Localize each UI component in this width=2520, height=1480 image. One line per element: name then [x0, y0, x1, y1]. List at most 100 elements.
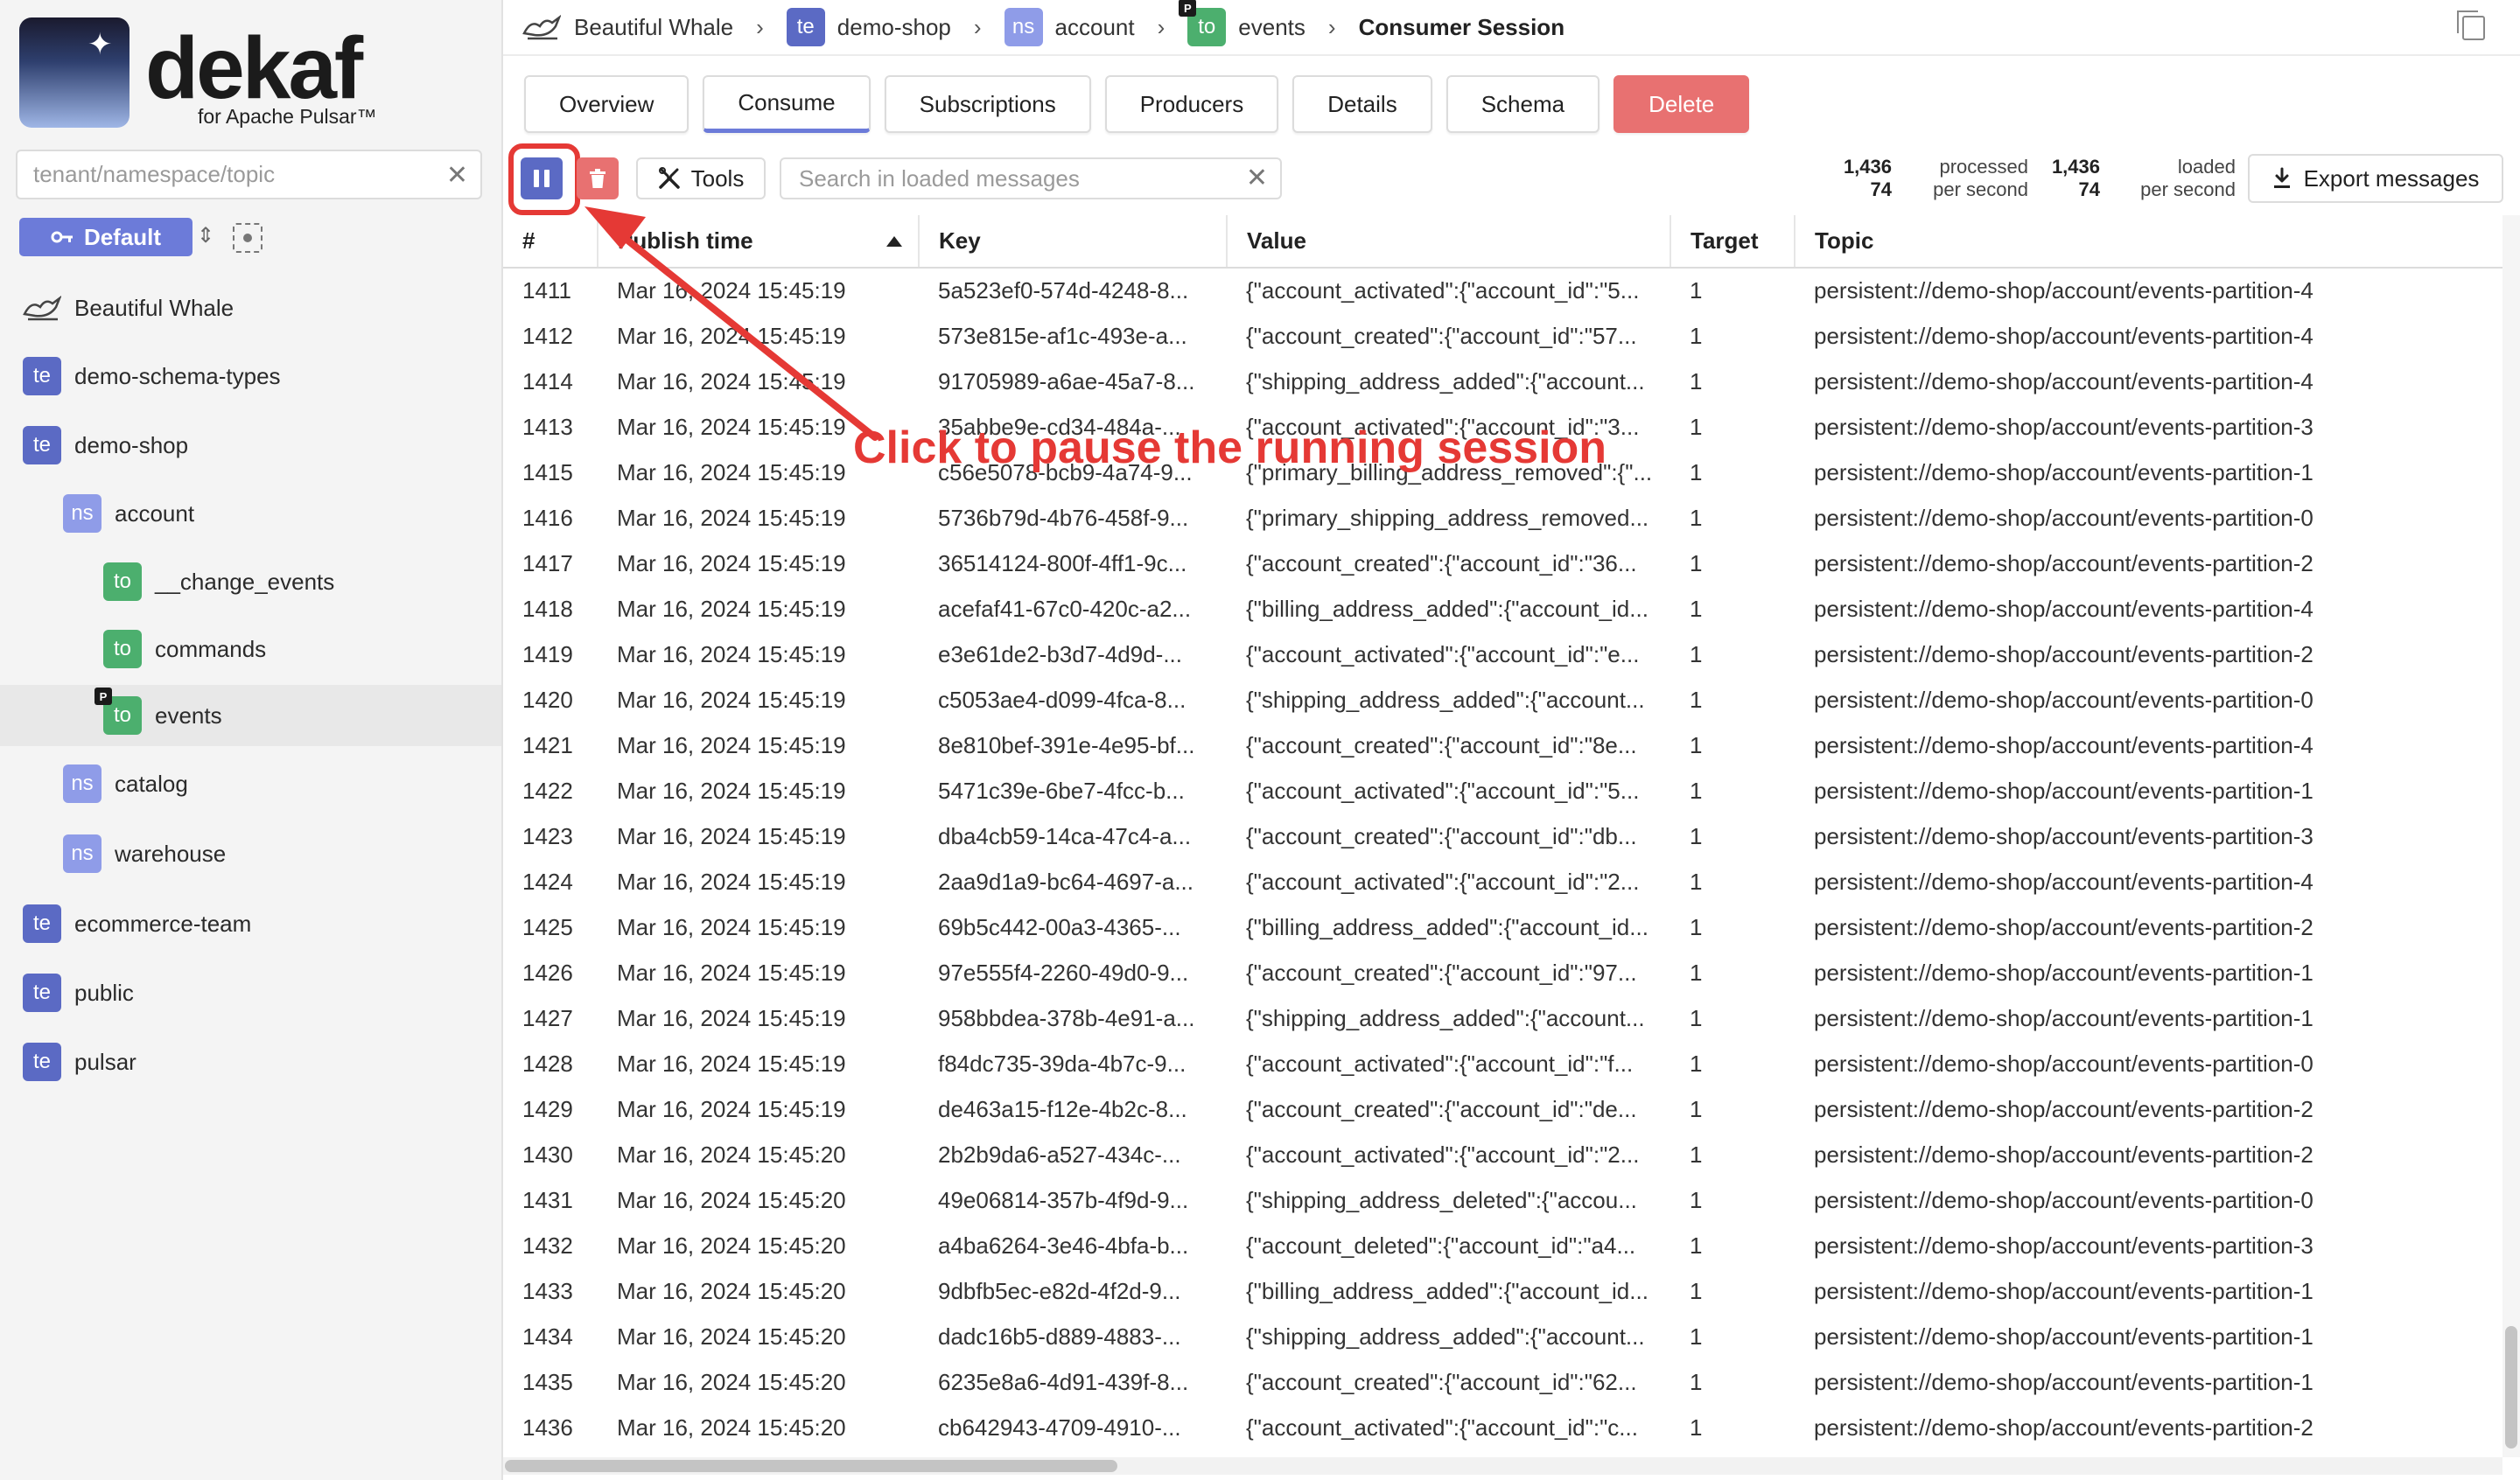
cell-row-index: 1429: [522, 1095, 573, 1122]
scrollbar-thumb[interactable]: [505, 1460, 1117, 1472]
cell-row-index: 1421: [522, 731, 573, 758]
table-row[interactable]: 1423 Mar 16, 2024 15:45:19 dba4cb59-14ca-4…: [503, 813, 2502, 859]
cell-target: 1: [1690, 777, 1703, 804]
clear-icon[interactable]: ✕: [446, 160, 468, 191]
table-row[interactable]: 1413 Mar 16, 2024 15:45:19 35abbe9e-cd34-4…: [503, 404, 2502, 450]
copy-icon[interactable]: [2457, 10, 2485, 40]
focus-selection-icon[interactable]: [233, 223, 262, 253]
key-icon: [51, 231, 73, 243]
table-row[interactable]: 1433 Mar 16, 2024 15:45:20 9dbfb5ec-e82d-4…: [503, 1268, 2502, 1314]
table-row[interactable]: 1435 Mar 16, 2024 15:45:20 6235e8a6-4d91-4…: [503, 1359, 2502, 1405]
table-row[interactable]: 1419 Mar 16, 2024 15:45:19 e3e61de2-b3d7-4…: [503, 632, 2502, 677]
table-row[interactable]: 1417 Mar 16, 2024 15:45:19 36514124-800f-4…: [503, 541, 2502, 586]
breadcrumb-tenant[interactable]: te demo-shop: [786, 8, 951, 46]
tab-schema[interactable]: Schema: [1446, 75, 1600, 133]
cell-message-key: 2b2b9da6-a527-434c-...: [938, 1141, 1181, 1168]
chevron-right-icon: ›: [756, 13, 764, 40]
collapse-all-icon[interactable]: ⇕: [192, 223, 219, 251]
column-header-label: #: [522, 227, 536, 254]
table-row[interactable]: 1434 Mar 16, 2024 15:45:20 dadc16b5-d889-4…: [503, 1314, 2502, 1359]
column-header-topic[interactable]: Topic: [1795, 215, 2502, 269]
table-row[interactable]: 1436 Mar 16, 2024 15:45:20 cb642943-4709-4…: [503, 1405, 2502, 1450]
logo[interactable]: ✦ dekaf for Apache Pulsar™: [19, 17, 387, 131]
vertical-scrollbar[interactable]: [2502, 215, 2520, 1457]
column-header-index[interactable]: #: [503, 215, 598, 269]
cell-row-index: 1432: [522, 1232, 573, 1259]
tree-item-tenant[interactable]: te demo-schema-types: [0, 346, 501, 407]
cell-message-value: {"shipping_address_added":{"account...: [1246, 1323, 1645, 1350]
horizontal-scrollbar[interactable]: [503, 1457, 2502, 1475]
table-row[interactable]: 1422 Mar 16, 2024 15:45:19 5471c39e-6be7-4…: [503, 768, 2502, 813]
cell-target: 1: [1690, 1186, 1703, 1213]
tree-item-tenant[interactable]: te demo-shop: [0, 415, 501, 476]
table-row[interactable]: 1418 Mar 16, 2024 15:45:19 acefaf41-67c0-4…: [503, 586, 2502, 632]
table-row[interactable]: 1421 Mar 16, 2024 15:45:19 8e810bef-391e-4…: [503, 723, 2502, 768]
tree-item-namespace[interactable]: ns catalog: [0, 753, 501, 814]
tree-item-instance[interactable]: Beautiful Whale: [0, 277, 501, 339]
table-row[interactable]: 1412 Mar 16, 2024 15:45:19 573e815e-af1c-4…: [503, 313, 2502, 359]
tree-item-topic[interactable]: to commands: [0, 618, 501, 680]
cell-topic-name: persistent://demo-shop/account/events-pa…: [1814, 731, 2314, 758]
pause-session-button[interactable]: [521, 157, 563, 199]
table-row[interactable]: 1425 Mar 16, 2024 15:45:19 69b5c442-00a3-4…: [503, 904, 2502, 950]
column-header-key[interactable]: Key: [919, 215, 1228, 269]
tree-item-topic[interactable]: to __change_events: [0, 551, 501, 612]
breadcrumb-cluster[interactable]: Beautiful Whale: [522, 14, 733, 41]
messages-table: # Publish time Key Value Target Topic 14…: [503, 215, 2502, 1450]
cell-topic-name: persistent://demo-shop/account/events-pa…: [1814, 458, 2314, 485]
table-row[interactable]: 1432 Mar 16, 2024 15:45:20 a4ba6264-3e46-4…: [503, 1223, 2502, 1268]
column-header-value[interactable]: Value: [1227, 215, 1671, 269]
table-row[interactable]: 1414 Mar 16, 2024 15:45:19 91705989-a6ae-4…: [503, 359, 2502, 404]
cell-row-index: 1428: [522, 1050, 573, 1077]
tab-consume[interactable]: Consume: [703, 75, 871, 133]
cell-row-index: 1417: [522, 549, 573, 576]
tree-item-tenant[interactable]: te ecommerce-team: [0, 893, 501, 954]
table-row[interactable]: 1431 Mar 16, 2024 15:45:20 49e06814-357b-4…: [503, 1177, 2502, 1223]
tools-button[interactable]: Tools: [636, 157, 766, 199]
topic-badge: Pto: [94, 688, 142, 735]
table-row[interactable]: 1428 Mar 16, 2024 15:45:19 f84dc735-39da-4…: [503, 1041, 2502, 1086]
cell-topic-name: persistent://demo-shop/account/events-pa…: [1814, 549, 2314, 576]
tree-item-label: public: [74, 979, 134, 1006]
table-row[interactable]: 1420 Mar 16, 2024 15:45:19 c5053ae4-d099-4…: [503, 677, 2502, 723]
scrollbar-thumb[interactable]: [2505, 1326, 2517, 1449]
default-key-button[interactable]: Default: [19, 218, 192, 256]
table-row[interactable]: 1411 Mar 16, 2024 15:45:19 5a523ef0-574d-4…: [503, 268, 2502, 313]
tree-item-namespace[interactable]: ns account: [0, 483, 501, 544]
cell-target: 1: [1690, 367, 1703, 394]
clear-messages-button[interactable]: [577, 157, 619, 199]
cell-row-index: 1416: [522, 504, 573, 531]
clear-icon[interactable]: ✕: [1246, 163, 1268, 193]
table-row[interactable]: 1429 Mar 16, 2024 15:45:19 de463a15-f12e-4…: [503, 1086, 2502, 1132]
cell-message-key: 69b5c442-00a3-4365-...: [938, 913, 1181, 940]
column-header-target[interactable]: Target: [1670, 215, 1796, 269]
table-row[interactable]: 1424 Mar 16, 2024 15:45:19 2aa9d1a9-bc64-4…: [503, 859, 2502, 904]
namespace-badge: ns: [63, 494, 102, 533]
message-search-input[interactable]: [799, 159, 1236, 198]
cell-topic-name: persistent://demo-shop/account/events-pa…: [1814, 367, 2314, 394]
cell-topic-name: persistent://demo-shop/account/events-pa…: [1814, 1277, 2314, 1304]
tab-overview[interactable]: Overview: [524, 75, 690, 133]
breadcrumb-topic[interactable]: Pto events: [1179, 0, 1306, 46]
cell-message-value: {"account_created":{"account_id":"de...: [1246, 1095, 1637, 1122]
breadcrumb-namespace[interactable]: ns account: [1004, 8, 1135, 46]
cell-topic-name: persistent://demo-shop/account/events-pa…: [1814, 595, 2314, 622]
export-messages-button[interactable]: Export messages: [2248, 154, 2503, 203]
table-row[interactable]: 1427 Mar 16, 2024 15:45:19 958bbdea-378b-4…: [503, 995, 2502, 1041]
delete-topic-button[interactable]: Delete: [1614, 75, 1750, 133]
table-row[interactable]: 1416 Mar 16, 2024 15:45:19 5736b79d-4b76-4…: [503, 495, 2502, 541]
tree-item-tenant[interactable]: te public: [0, 962, 501, 1023]
tab-details[interactable]: Details: [1292, 75, 1432, 133]
tab-subscriptions[interactable]: Subscriptions: [884, 75, 1091, 133]
tree-item-tenant[interactable]: te pulsar: [0, 1031, 501, 1093]
cell-message-value: {"billing_address_added":{"account_id...: [1246, 913, 1648, 940]
table-row[interactable]: 1426 Mar 16, 2024 15:45:19 97e555f4-2260-4…: [503, 950, 2502, 995]
table-row[interactable]: 1430 Mar 16, 2024 15:45:20 2b2b9da6-a527-4…: [503, 1132, 2502, 1177]
tree-item-namespace[interactable]: ns warehouse: [0, 823, 501, 884]
tab-producers[interactable]: Producers: [1104, 75, 1279, 133]
tree-item-topic-selected[interactable]: Pto events: [0, 685, 501, 746]
table-row[interactable]: 1415 Mar 16, 2024 15:45:19 c56e5078-bcb9-4…: [503, 450, 2502, 495]
column-header-publish-time[interactable]: Publish time: [598, 215, 920, 269]
cell-target: 1: [1690, 1277, 1703, 1304]
topic-filter-input[interactable]: [33, 151, 436, 198]
